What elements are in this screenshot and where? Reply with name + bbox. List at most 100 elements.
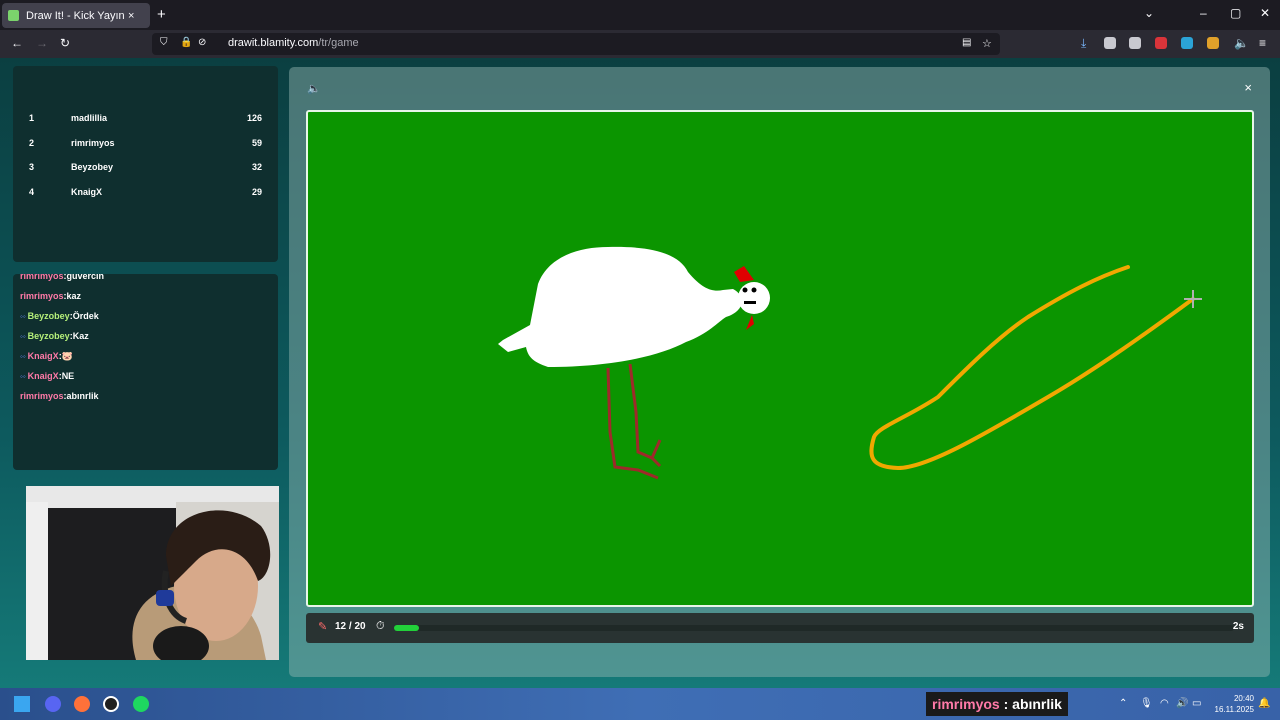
chat-panel: rimrimyos:guvercin rimrimyos:kaz ◦◦ Beyzo… xyxy=(13,274,278,470)
game-panel: 🔈 × ✎ 12 / 20 ⏱ 2s xyxy=(289,67,1270,677)
round-status-bar: ✎ 12 / 20 ⏱ 2s xyxy=(306,613,1254,643)
page: 1 madlillia 126 2 rimrimyos 59 3 Beyzobe… xyxy=(0,58,1280,688)
extension-blue-icon[interactable] xyxy=(1181,37,1193,49)
webcam-image xyxy=(26,486,279,660)
url-path: /tr/game xyxy=(318,37,359,49)
chat-user: rimrimyos xyxy=(20,291,64,301)
close-icon[interactable]: × xyxy=(1244,80,1252,95)
chat-user: rimrimyos xyxy=(20,391,64,401)
maximize-icon[interactable]: ▢ xyxy=(1230,6,1241,20)
reload-icon[interactable]: ↻ xyxy=(60,36,70,50)
timer-icon: ⏱ xyxy=(376,620,385,632)
player-name: KnaigX xyxy=(71,187,103,197)
chat-text: Kaz xyxy=(72,331,89,341)
chat-text: NE xyxy=(61,371,75,381)
tab-list-chevron-icon[interactable]: ⌄ xyxy=(1144,6,1154,20)
chat-message: ◦◦ Beyzobey:Kaz xyxy=(20,331,89,341)
chat-message: rimrimyos:guvercin xyxy=(20,274,104,281)
url-domain: drawit.blamity.com xyxy=(228,37,319,49)
extension-yellow-icon[interactable] xyxy=(1207,37,1219,49)
notification-icon[interactable]: 🔔 xyxy=(1258,698,1270,709)
url-text: drawit.blamity.com/tr/game xyxy=(228,37,359,49)
spotify-icon[interactable] xyxy=(133,696,149,712)
clock-time: 20:40 xyxy=(1233,694,1254,703)
chat-overlay: rimrimyos : abınrlik xyxy=(926,692,1068,716)
goose-wattle xyxy=(746,315,754,330)
discord-icon[interactable] xyxy=(45,696,61,712)
tab-close-icon[interactable]: × xyxy=(128,10,134,22)
leaderboard-row: 4 KnaigX 29 xyxy=(13,187,278,203)
chat-message: rimrimyos:kaz xyxy=(20,291,82,301)
wifi-icon[interactable]: ◠ xyxy=(1160,698,1169,709)
volume-icon[interactable]: 🔊 xyxy=(1176,698,1188,709)
time-progress-fill xyxy=(394,625,420,631)
chat-user: rimrimyos xyxy=(20,274,64,281)
audio-icon[interactable]: 🔈 xyxy=(1234,36,1249,50)
chat-user: Beyzobey xyxy=(27,331,70,341)
badge-icon: ◦◦ xyxy=(20,332,26,341)
leaderboard-row: 1 madlillia 126 xyxy=(13,113,278,129)
leaderboard-row: 3 Beyzobey 32 xyxy=(13,162,278,178)
minimize-icon[interactable]: – xyxy=(1200,6,1207,20)
chat-text: guvercin xyxy=(66,274,105,281)
browser-nav-bar: ← → ↻ ⛉ 🔒 ⊘ drawit.blamity.com/tr/game ▤… xyxy=(0,30,1280,58)
extension-red-icon[interactable] xyxy=(1155,37,1167,49)
system-clock[interactable]: 20:40 16.11.2025 xyxy=(1215,693,1254,715)
microphone-icon[interactable]: 🎙 xyxy=(1140,698,1153,709)
chat-message: ◦◦ KnaigX:🐷 xyxy=(20,351,73,361)
lock-icon[interactable]: 🔒 xyxy=(180,37,192,48)
battery-icon[interactable]: ▭ xyxy=(1192,698,1201,709)
drawing xyxy=(498,246,1202,480)
back-icon[interactable]: ← xyxy=(11,36,23,50)
new-tab-button[interactable]: + xyxy=(157,6,166,23)
shield-icon[interactable]: ⛉ xyxy=(160,37,168,48)
tray-chevron-icon[interactable]: ⌃ xyxy=(1119,698,1127,709)
player-name: madlillia xyxy=(71,113,108,123)
clock-date: 16.11.2025 xyxy=(1214,705,1254,714)
chat-user: KnaigX xyxy=(27,351,59,361)
badge-icon: ◦◦ xyxy=(20,312,26,321)
overlay-separator: : xyxy=(999,696,1013,712)
reader-view-icon[interactable]: ▤ xyxy=(962,37,971,48)
downloads-icon[interactable]: ⤓ xyxy=(1081,36,1086,51)
address-bar[interactable]: ⛉ 🔒 ⊘ drawit.blamity.com/tr/game ▤ ☆ xyxy=(152,33,1000,55)
player-score: 32 xyxy=(251,162,262,172)
rank: 1 xyxy=(29,113,35,123)
goose-body xyxy=(498,246,742,367)
menu-icon[interactable]: ≡ xyxy=(1259,36,1266,50)
extension-icon[interactable] xyxy=(1104,37,1116,49)
permissions-icon[interactable]: ⊘ xyxy=(198,37,206,48)
pencil-icon: ✎ xyxy=(318,621,328,633)
tab-favicon-icon xyxy=(8,10,19,21)
leaderboard-row: 2 rimrimyos 59 xyxy=(13,138,278,154)
round-counter: 12 / 20 xyxy=(335,621,366,632)
time-left: 2s xyxy=(1232,621,1244,632)
chat-message: rimrimyos:abınrlik xyxy=(20,391,99,401)
bookmark-star-icon[interactable]: ☆ xyxy=(982,37,992,50)
chat-user: Beyzobey xyxy=(27,311,70,321)
drawing-canvas[interactable] xyxy=(306,110,1254,607)
player-name: Beyzobey xyxy=(71,162,114,172)
taskbar: rimrimyos : abınrlik ⌃ 🎙 ◠ 🔊 ▭ 20:40 16.… xyxy=(0,688,1280,720)
window-close-icon[interactable]: ✕ xyxy=(1260,6,1270,20)
webcam-feed xyxy=(26,486,279,660)
chat-message: ◦◦ Beyzobey:Ördek xyxy=(20,311,99,321)
badge-icon: ◦◦ xyxy=(20,372,26,381)
rank: 2 xyxy=(29,138,35,148)
overlay-message: abınrlik xyxy=(1012,696,1062,712)
firefox-icon[interactable] xyxy=(74,696,90,712)
player-score: 59 xyxy=(251,138,262,148)
speaker-icon[interactable]: 🔈 xyxy=(307,82,321,95)
browser-tab-bar: Draw It! - Kick Yayınla × + ⌄ – ▢ ✕ xyxy=(0,0,1280,30)
time-progress-bar xyxy=(394,625,1234,631)
chat-message: ◦◦ KnaigX:NE xyxy=(20,371,75,381)
obs-icon[interactable] xyxy=(103,696,119,712)
player-score: 126 xyxy=(246,113,262,123)
chat-text: Ördek xyxy=(72,311,99,321)
goose-beak xyxy=(744,301,756,304)
browser-tab[interactable]: Draw It! - Kick Yayınla × xyxy=(2,3,150,28)
extensions-puzzle-icon[interactable] xyxy=(1129,37,1141,49)
badge-icon: ◦◦ xyxy=(20,352,26,361)
forward-icon[interactable]: → xyxy=(36,36,48,50)
windows-start-icon[interactable] xyxy=(14,696,30,712)
